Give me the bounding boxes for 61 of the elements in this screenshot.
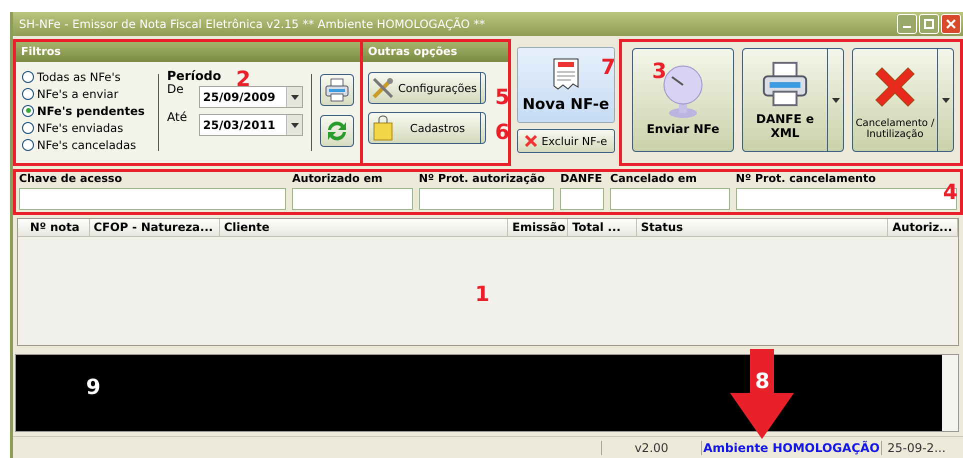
column-header[interactable]: Cliente — [220, 219, 508, 236]
radio-option[interactable]: NFe's enviadas — [22, 119, 150, 136]
delete-invoice-button[interactable]: Excluir NF-e — [516, 129, 615, 153]
minimize-button[interactable] — [897, 14, 917, 34]
tools-icon — [371, 76, 395, 100]
column-header[interactable]: Total ... — [568, 219, 637, 236]
column-header[interactable]: Nº nota — [26, 219, 90, 236]
annotation-number: 3 — [652, 59, 667, 83]
status-text: Ambiente HOMOLOGAÇÃO — [701, 440, 881, 454]
date-picker[interactable]: 25/03/2011 — [199, 114, 303, 136]
dropdown-arrow-icon[interactable] — [290, 94, 298, 100]
shopping-bag-icon — [371, 115, 395, 141]
option-button[interactable]: Configurações — [368, 72, 486, 104]
dropdown-arrow-icon[interactable] — [832, 98, 840, 102]
maximize-button[interactable] — [919, 14, 939, 34]
action-button[interactable]: Cancelamento / Inutilização — [852, 48, 954, 152]
input-field[interactable] — [418, 188, 554, 210]
input-field[interactable] — [560, 188, 604, 210]
annotation-number: 7 — [601, 55, 616, 79]
annotation-number: 9 — [86, 375, 101, 399]
action-button[interactable]: DANFE e XML — [742, 48, 844, 152]
to-label: Até — [167, 110, 188, 124]
window-title: SH-NFe - Emissor de Nota Fiscal Eletrônica v2.15 ** Ambiente HOMOLOGAÇÃO ** — [19, 17, 486, 31]
input-field[interactable] — [610, 188, 730, 210]
field-label: Nº Prot. cancelamento — [736, 172, 877, 187]
column-header[interactable]: Autoriz... — [888, 219, 958, 236]
panel-header: Filtros — [16, 42, 360, 62]
field-label: Chave de acesso — [19, 172, 124, 187]
status-text: 25-09-2... — [881, 440, 951, 454]
field-label: DANFE — [560, 172, 604, 187]
column-header[interactable]: Status — [636, 219, 888, 236]
panel-header: Outras opções — [363, 42, 508, 62]
close-icon[interactable] — [946, 19, 956, 29]
status-text: v2.00 — [601, 440, 701, 454]
radio-option[interactable]: Todas as NFe's — [22, 68, 150, 85]
input-field[interactable] — [292, 188, 413, 210]
input-field[interactable] — [19, 188, 286, 210]
cross-icon[interactable] — [524, 134, 538, 148]
maximize-icon[interactable] — [924, 19, 934, 29]
radio-option[interactable]: NFe's canceladas — [22, 136, 150, 153]
annotation-number: 6 — [495, 120, 510, 144]
radio-option[interactable]: NFe's pendentes — [22, 102, 150, 119]
radio-option[interactable]: NFe's a enviar — [22, 85, 150, 102]
field-label: Nº Prot. autorização — [418, 172, 546, 187]
scrollbar[interactable] — [942, 355, 958, 431]
column-header[interactable]: Emissão — [508, 219, 568, 236]
field-label: Autorizado em — [292, 172, 384, 187]
document-icon[interactable] — [550, 57, 581, 91]
period-label: Período — [167, 68, 222, 83]
close-button[interactable] — [941, 14, 961, 34]
dropdown-arrow-icon[interactable] — [942, 98, 950, 102]
annotation-number: 8 — [755, 369, 770, 393]
option-button[interactable]: Cadastros — [368, 112, 486, 144]
from-label: De — [167, 82, 185, 96]
annotation-number: 4 — [943, 180, 958, 204]
date-picker[interactable]: 25/09/2009 — [199, 86, 303, 108]
annotation-number: 1 — [475, 282, 490, 306]
field-label: Cancelado em — [610, 172, 698, 187]
dropdown-arrow-icon[interactable] — [290, 122, 298, 128]
annotation-number: 5 — [495, 85, 510, 109]
column-header[interactable]: CFOP - Natureza... — [90, 219, 220, 236]
